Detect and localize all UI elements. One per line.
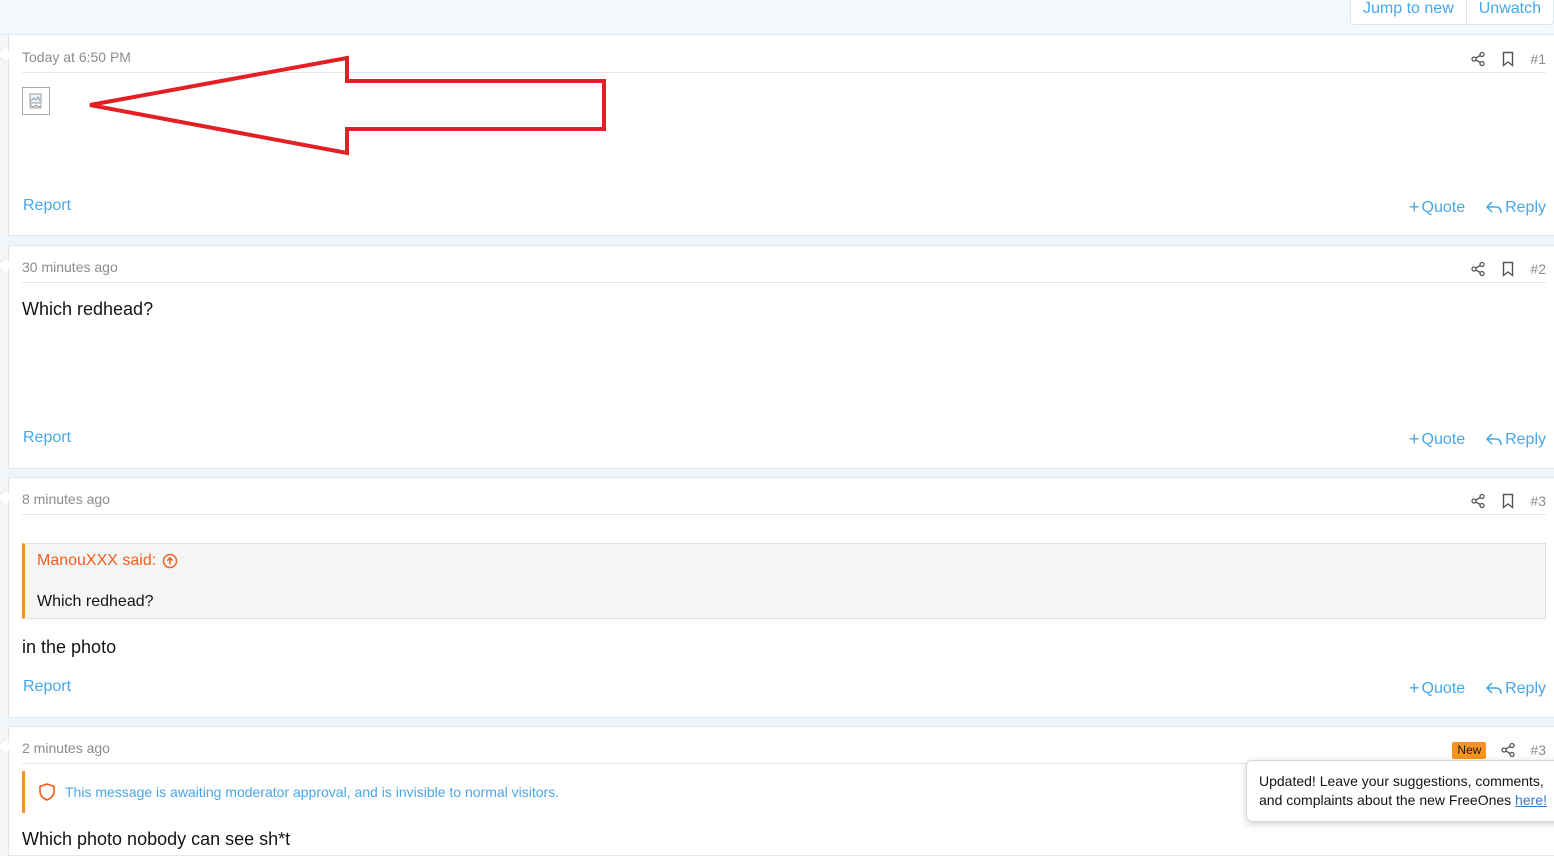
moderation-text: This message is awaiting moderator appro… bbox=[65, 784, 560, 800]
post-3: 8 minutes ago #3 ManouXXX said: Which re… bbox=[0, 477, 1554, 718]
post-2: 30 minutes ago #2 Which redhead? Report … bbox=[0, 245, 1554, 469]
post-date[interactable]: Today at 6:50 PM bbox=[22, 49, 131, 65]
post-footer: Report + Quote Reply bbox=[22, 678, 1546, 700]
quote-button[interactable]: + Quote bbox=[1409, 197, 1465, 218]
reply-button[interactable]: Reply bbox=[1485, 429, 1546, 450]
unwatch-button[interactable]: Unwatch bbox=[1465, 0, 1553, 24]
arrow-up-circle-icon bbox=[162, 553, 178, 569]
quote-label: Quote bbox=[1421, 198, 1466, 216]
broken-image-icon bbox=[29, 93, 42, 109]
reply-icon bbox=[1486, 432, 1502, 445]
broken-image[interactable] bbox=[22, 87, 50, 115]
post-number[interactable]: #1 bbox=[1530, 51, 1546, 67]
jump-to-new-button[interactable]: Jump to new bbox=[1351, 0, 1466, 24]
quote-author-link[interactable]: ManouXXX said: bbox=[37, 552, 178, 570]
post-footer: Report + Quote Reply bbox=[22, 429, 1546, 451]
update-toast: Updated! Leave your suggestions, comment… bbox=[1246, 760, 1554, 822]
bookmark-icon[interactable] bbox=[1500, 493, 1516, 509]
quote-block: ManouXXX said: Which redhead? bbox=[22, 543, 1546, 619]
post-number[interactable]: #3 bbox=[1530, 742, 1546, 758]
bookmark-icon[interactable] bbox=[1500, 51, 1516, 67]
toast-text: Updated! Leave your suggestions, comment… bbox=[1259, 773, 1544, 808]
thread-topbar: Jump to new Unwatch bbox=[0, 0, 1554, 35]
post-notch bbox=[0, 489, 13, 506]
quote-author: ManouXXX said: bbox=[37, 552, 157, 569]
reply-button[interactable]: Reply bbox=[1485, 678, 1546, 699]
report-link[interactable]: Report bbox=[23, 429, 71, 447]
post-date[interactable]: 30 minutes ago bbox=[22, 259, 118, 275]
report-link[interactable]: Report bbox=[23, 678, 71, 696]
reply-icon bbox=[1486, 681, 1502, 694]
post-date[interactable]: 8 minutes ago bbox=[22, 491, 110, 507]
post-date[interactable]: 2 minutes ago bbox=[22, 740, 110, 756]
thread-actions: Jump to new Unwatch bbox=[1350, 0, 1554, 25]
new-badge: New bbox=[1452, 741, 1487, 759]
post-notch bbox=[0, 46, 13, 63]
post-header: Today at 6:50 PM #1 bbox=[22, 48, 1546, 73]
plus-icon: + bbox=[1408, 678, 1420, 698]
quote-text: Which redhead? bbox=[25, 582, 1545, 618]
quote-button[interactable]: + Quote bbox=[1409, 429, 1465, 450]
post-header: 8 minutes ago #3 bbox=[22, 490, 1546, 515]
post-notch bbox=[0, 738, 13, 755]
report-link[interactable]: Report bbox=[23, 197, 71, 215]
plus-icon: + bbox=[1408, 197, 1420, 217]
reply-icon bbox=[1486, 200, 1502, 213]
post-footer: Report + Quote Reply bbox=[22, 197, 1546, 219]
plus-icon: + bbox=[1408, 429, 1420, 449]
reply-label: Reply bbox=[1505, 198, 1546, 216]
post-notch bbox=[0, 257, 13, 274]
quote-button[interactable]: + Quote bbox=[1409, 678, 1465, 699]
shield-icon bbox=[39, 783, 55, 801]
reply-label: Reply bbox=[1505, 430, 1546, 448]
toast-link[interactable]: here! bbox=[1515, 792, 1547, 808]
moderation-notice: This message is awaiting moderator appro… bbox=[22, 771, 559, 813]
post-header: 30 minutes ago #2 bbox=[22, 258, 1546, 283]
post-body: in the photo bbox=[22, 637, 117, 657]
share-icon[interactable] bbox=[1500, 742, 1516, 758]
post-body: Which redhead? bbox=[22, 299, 154, 319]
quote-label: Quote bbox=[1421, 679, 1466, 697]
share-icon[interactable] bbox=[1470, 51, 1486, 67]
post-number[interactable]: #3 bbox=[1530, 493, 1546, 509]
reply-label: Reply bbox=[1505, 679, 1546, 697]
share-icon[interactable] bbox=[1470, 493, 1486, 509]
share-icon[interactable] bbox=[1470, 261, 1486, 277]
quote-label: Quote bbox=[1421, 430, 1466, 448]
reply-button[interactable]: Reply bbox=[1485, 197, 1546, 218]
post-1: Today at 6:50 PM #1 Report + Quote Reply bbox=[0, 34, 1554, 236]
bookmark-icon[interactable] bbox=[1500, 261, 1516, 277]
post-number[interactable]: #2 bbox=[1530, 261, 1546, 277]
